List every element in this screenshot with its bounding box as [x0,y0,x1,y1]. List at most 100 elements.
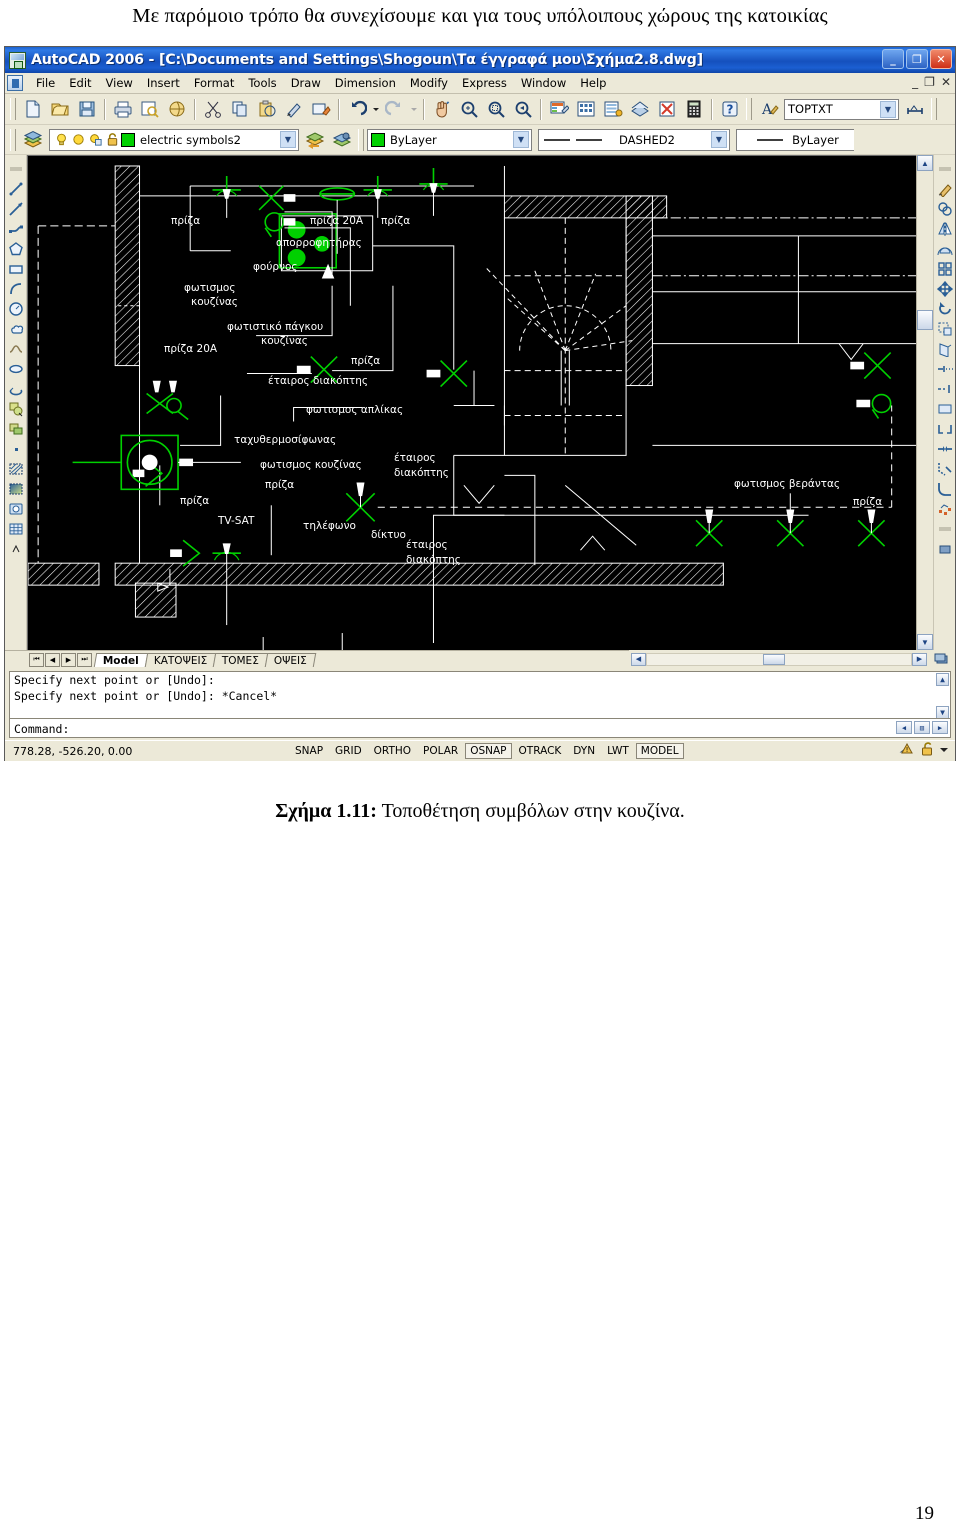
cut-icon[interactable] [200,97,225,122]
arc-icon[interactable] [7,279,25,299]
linetype-combo[interactable]: DASHED2 ▼ [538,128,730,151]
unlock-toolbars-icon[interactable] [919,741,935,762]
array-icon[interactable] [936,259,954,279]
tool-palettes-icon[interactable] [600,97,625,122]
vertical-scrollbar[interactable]: ▲ ▼ [916,155,933,650]
explode-icon[interactable] [936,499,954,519]
menu-item-tools[interactable]: Tools [241,75,283,91]
previous-tab-button[interactable]: ◀ [45,652,60,667]
undo-icon[interactable] [344,97,369,122]
copy-icon[interactable] [227,97,252,122]
point-icon[interactable] [7,439,25,459]
scroll-up-button[interactable]: ▲ [917,155,933,171]
status-toggle-grid[interactable]: GRID [330,743,367,759]
command-scroll-down-button[interactable]: ▼ [936,706,949,718]
polyline-icon[interactable] [7,219,25,239]
communication-center-icon[interactable]: ! [899,741,915,762]
tab-opseis[interactable]: ΟΨΕΙΣ [265,652,317,667]
drawing-canvas[interactable]: πρίζα πρίζα 20Α πρίζα απορροφητήρας φούρ… [27,155,916,650]
gradient-icon[interactable] [7,479,25,499]
insert-block-icon[interactable] [7,399,25,419]
fillet-icon[interactable] [936,479,954,499]
ellipse-icon[interactable] [7,359,25,379]
match-properties-icon[interactable] [281,97,306,122]
trim-icon[interactable] [936,359,954,379]
status-toggle-ortho[interactable]: ORTHO [369,743,416,759]
color-combo[interactable]: ByLayer ▼ [367,128,532,151]
sheet-set-icon[interactable] [627,97,652,122]
copy-object-icon[interactable] [936,199,954,219]
publish-icon[interactable] [164,97,189,122]
menu-item-format[interactable]: Format [187,75,242,91]
stretch-icon[interactable] [936,339,954,359]
chamfer-icon[interactable] [936,459,954,479]
toolbar-grip[interactable] [10,98,16,120]
status-toggle-polar[interactable]: POLAR [418,743,463,759]
hatch-icon[interactable] [7,459,25,479]
rectangle-icon[interactable] [7,259,25,279]
text-style-icon[interactable]: A [756,97,781,122]
make-block-icon[interactable] [7,419,25,439]
layer-previous-icon[interactable] [302,127,327,152]
scroll-right-button[interactable]: ▶ [912,652,927,666]
move-icon[interactable] [936,279,954,299]
line-icon[interactable] [7,179,25,199]
table-icon[interactable] [7,519,25,539]
menu-item-file[interactable]: File [29,75,62,91]
command-prompt-scroll-thumb[interactable]: ▥ [914,721,930,734]
zoom-realtime-icon[interactable] [456,97,481,122]
restore-drawing-window-icon[interactable] [929,652,955,666]
toolbar-grip[interactable] [10,128,16,151]
markup-set-icon[interactable] [654,97,679,122]
command-scroll-up-button[interactable]: ▲ [936,673,949,686]
scroll-left-button[interactable]: ◀ [631,652,646,666]
next-tab-button[interactable]: ▶ [61,652,76,667]
chevron-down-icon[interactable]: ▼ [880,100,896,118]
polygon-icon[interactable] [7,239,25,259]
toolbar-grip[interactable] [358,128,364,151]
chevron-down-icon[interactable]: ▼ [513,131,529,148]
lock-icon[interactable] [105,132,120,147]
freeze-sun-icon[interactable] [71,132,86,147]
ucs-icon[interactable] [936,539,954,559]
break-at-point-icon[interactable] [936,399,954,419]
mdi-close-button[interactable]: ✕ [941,74,951,90]
menu-item-help[interactable]: Help [573,75,613,91]
save-icon[interactable] [74,97,99,122]
command-input[interactable]: Command: ◀ ▥ ▶ [9,719,951,738]
undo-dropdown-icon[interactable] [371,97,380,122]
help-icon[interactable]: ? [717,97,742,122]
mdi-minimize-button[interactable]: _ [912,74,918,90]
plot-preview-icon[interactable] [137,97,162,122]
document-control-icon[interactable] [7,75,23,91]
chevron-down-icon[interactable]: ▼ [711,131,727,148]
pan-realtime-icon[interactable] [429,97,454,122]
tab-katopseis[interactable]: ΚΑΤΟΨΕΙΣ [144,652,217,667]
status-toggle-snap[interactable]: SNAP [290,743,328,759]
construction-line-icon[interactable] [7,199,25,219]
command-scrollbar[interactable]: ▲ ▼ [936,673,949,718]
block-editor-icon[interactable] [308,97,333,122]
layer-properties-manager-icon[interactable] [20,127,45,152]
calculator-icon[interactable] [681,97,706,122]
vertical-scroll-thumb[interactable] [917,310,933,330]
new-icon[interactable] [20,97,45,122]
menu-item-express[interactable]: Express [455,75,514,91]
first-tab-button[interactable]: ⏮ [29,652,44,667]
toolbar-grip[interactable] [746,98,752,120]
scroll-down-button[interactable]: ▼ [917,634,933,650]
properties-icon[interactable] [546,97,571,122]
tab-tomes[interactable]: ΤΟΜΕΣ [213,652,269,667]
ellipse-arc-icon[interactable] [7,379,25,399]
status-toggle-dyn[interactable]: DYN [568,743,600,759]
paste-icon[interactable] [254,97,279,122]
close-button[interactable]: ✕ [930,49,952,69]
extend-icon[interactable] [936,379,954,399]
revision-cloud-icon[interactable] [7,319,25,339]
zoom-window-icon[interactable] [483,97,508,122]
make-object-layer-current-icon[interactable] [329,127,354,152]
layer-combo[interactable]: electric symbols2 ▼ [49,128,299,151]
menu-item-draw[interactable]: Draw [284,75,328,91]
minimize-button[interactable]: _ [882,49,904,69]
redo-dropdown-icon[interactable] [409,97,418,122]
